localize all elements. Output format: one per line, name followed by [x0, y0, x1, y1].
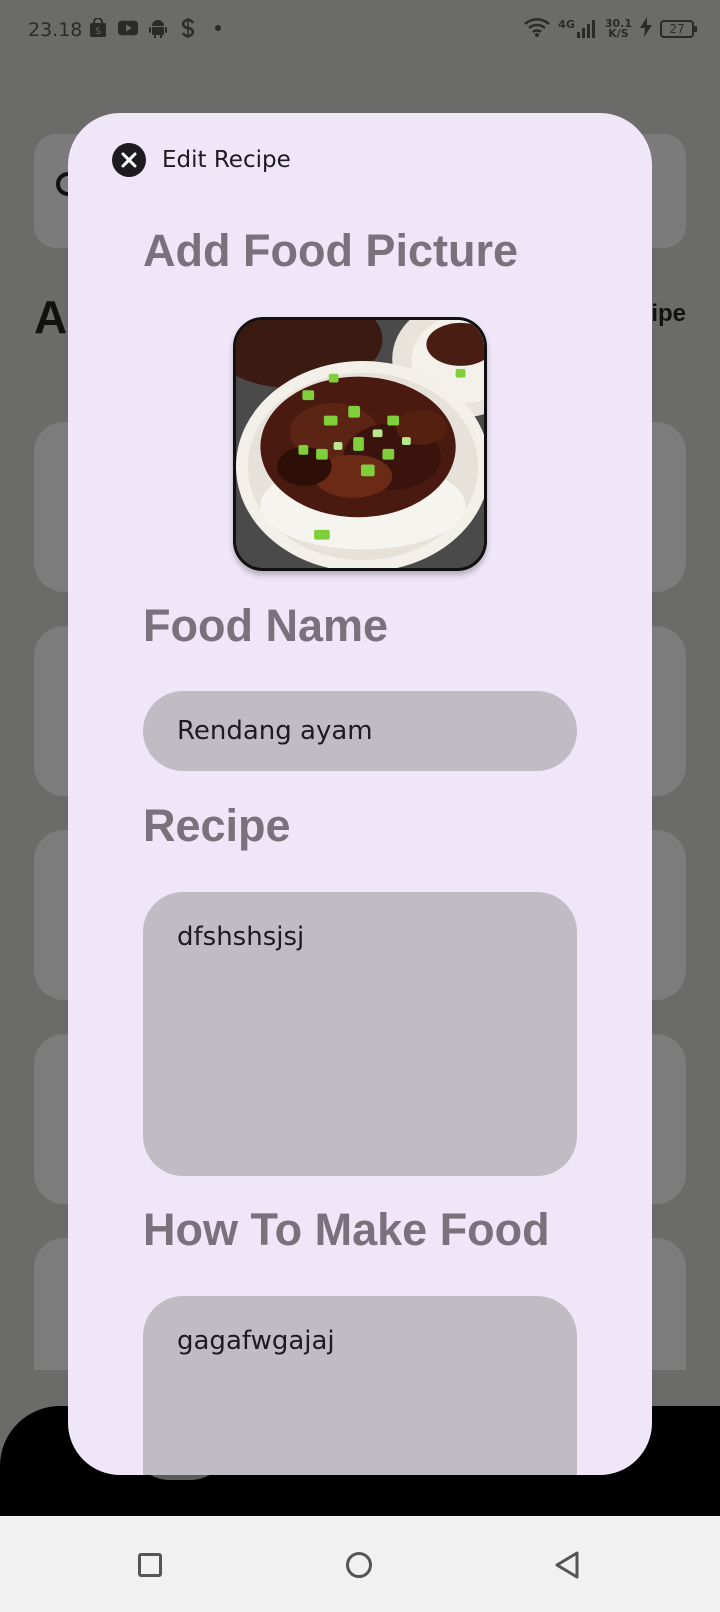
speed-indicator: 30.1 K/S [605, 18, 632, 40]
recipe-label: Recipe [143, 800, 291, 851]
home-button[interactable] [346, 1552, 372, 1578]
food-name-label: Food Name [143, 600, 389, 651]
edit-recipe-dialog: Edit Recipe Add Food Picture Food Name R… [68, 113, 652, 1475]
network-label: 4G [558, 18, 575, 31]
android-icon [148, 18, 168, 38]
status-bar: 23.18 S 4G 30.1 K/S 27 [0, 0, 720, 60]
dialog-header: Edit Recipe [112, 143, 291, 177]
s-icon [178, 18, 198, 38]
how-to-make-textarea[interactable]: gagafwgajaj [143, 1296, 577, 1475]
speed-unit: K/S [608, 27, 629, 40]
svg-text:S: S [95, 27, 101, 37]
navigation-bar [0, 1516, 720, 1612]
signal-icon: 4G [558, 18, 597, 38]
dialog-title: Edit Recipe [162, 147, 291, 173]
dot-icon [208, 18, 228, 38]
add-picture-label: Add Food Picture [143, 225, 518, 276]
food-picture[interactable] [233, 317, 487, 571]
close-icon [121, 152, 137, 168]
background-page-title: A [34, 291, 68, 343]
food-image [236, 320, 484, 568]
recent-apps-button[interactable] [138, 1553, 162, 1577]
battery-indicator: 27 [660, 20, 697, 38]
background-add-recipe-link: ipe [651, 300, 686, 327]
how-to-make-label: How To Make Food [143, 1204, 550, 1255]
wifi-icon [524, 17, 551, 41]
notification-icons: S [88, 18, 228, 38]
back-icon [555, 1551, 579, 1579]
status-time: 23.18 [28, 19, 83, 41]
food-name-input[interactable]: Rendang ayam [143, 691, 577, 771]
charging-icon [640, 17, 652, 41]
close-button[interactable] [112, 143, 146, 177]
recipe-textarea[interactable]: dfshshsjsj [143, 892, 577, 1176]
shop-icon: S [88, 18, 108, 38]
status-right: 4G 30.1 K/S 27 [524, 17, 697, 41]
back-button[interactable] [554, 1550, 584, 1580]
youtube-icon [118, 18, 138, 38]
